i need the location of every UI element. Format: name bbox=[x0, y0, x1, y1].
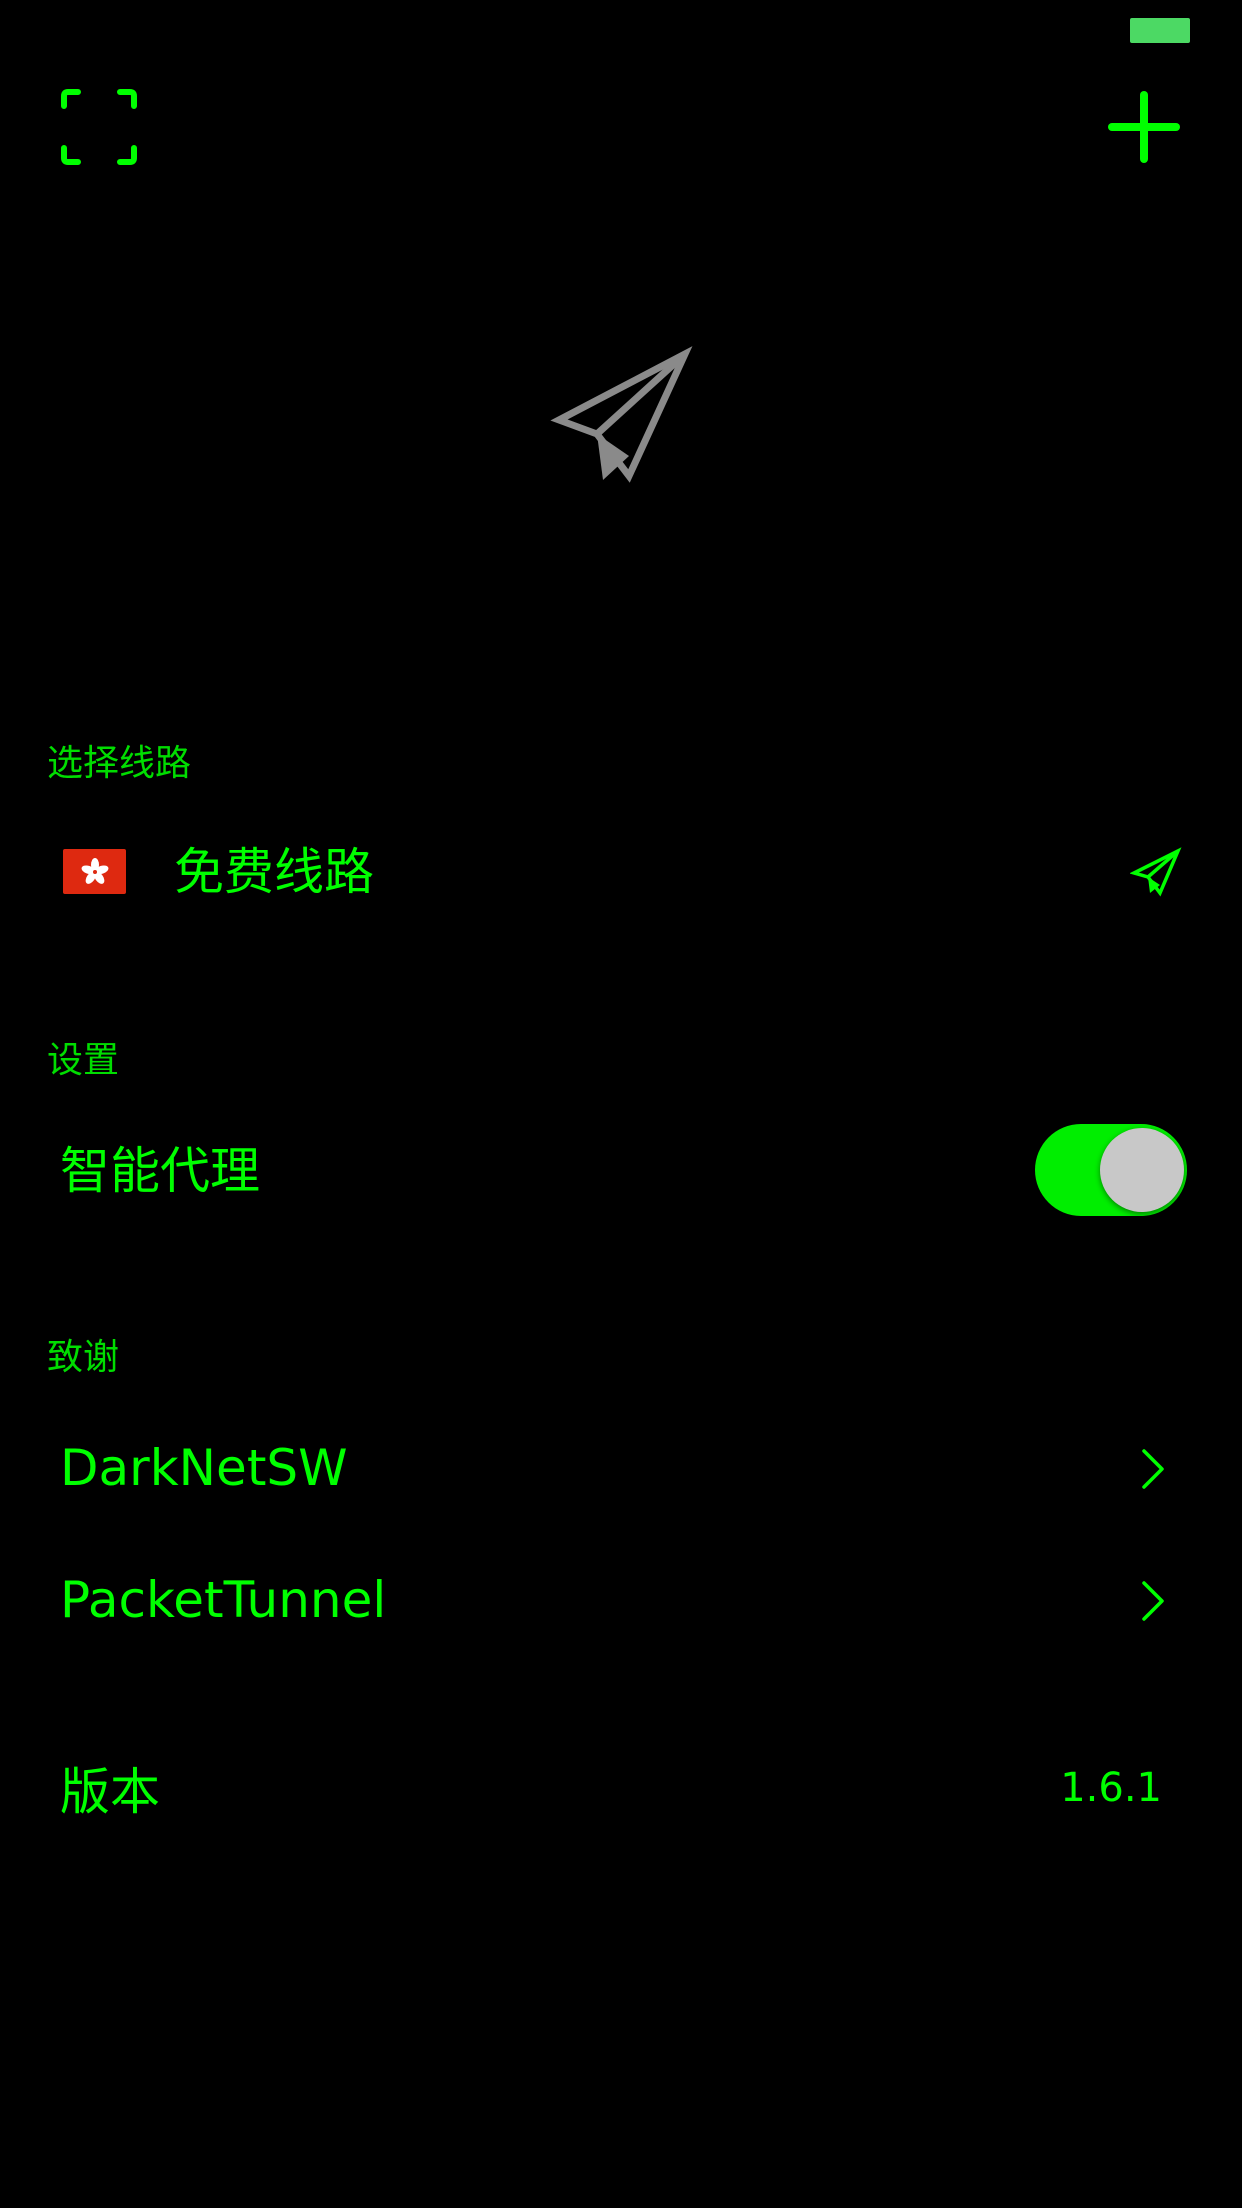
scan-button[interactable] bbox=[60, 88, 138, 166]
version-label: 版本 bbox=[60, 1763, 160, 1821]
hero-paper-plane bbox=[545, 340, 705, 500]
chevron-right-icon bbox=[1140, 1579, 1168, 1623]
credits-section-header: 致谢 bbox=[47, 1337, 120, 1378]
settings-section-header: 设置 bbox=[47, 1040, 120, 1081]
scan-frame-icon bbox=[61, 89, 137, 165]
smart-proxy-label: 智能代理 bbox=[60, 1142, 260, 1200]
paper-plane-icon bbox=[550, 346, 693, 483]
paper-plane-icon bbox=[1130, 847, 1182, 897]
route-name: 免费线路 bbox=[174, 843, 374, 901]
smart-proxy-toggle[interactable] bbox=[1035, 1124, 1187, 1216]
version-value: 1.6.1 bbox=[1060, 1765, 1162, 1811]
add-button[interactable] bbox=[1105, 88, 1183, 166]
credit-label-darknetsw: DarkNetSW bbox=[60, 1439, 348, 1497]
plus-icon bbox=[1108, 91, 1180, 163]
route-section-header: 选择线路 bbox=[47, 743, 192, 784]
credit-label-packettunnel: PacketTunnel bbox=[60, 1571, 387, 1629]
connect-button[interactable] bbox=[1130, 847, 1182, 897]
chevron-right-icon bbox=[1140, 1447, 1168, 1491]
toggle-knob bbox=[1100, 1128, 1184, 1212]
battery-icon bbox=[1130, 18, 1190, 43]
hong-kong-flag-icon bbox=[63, 849, 126, 894]
